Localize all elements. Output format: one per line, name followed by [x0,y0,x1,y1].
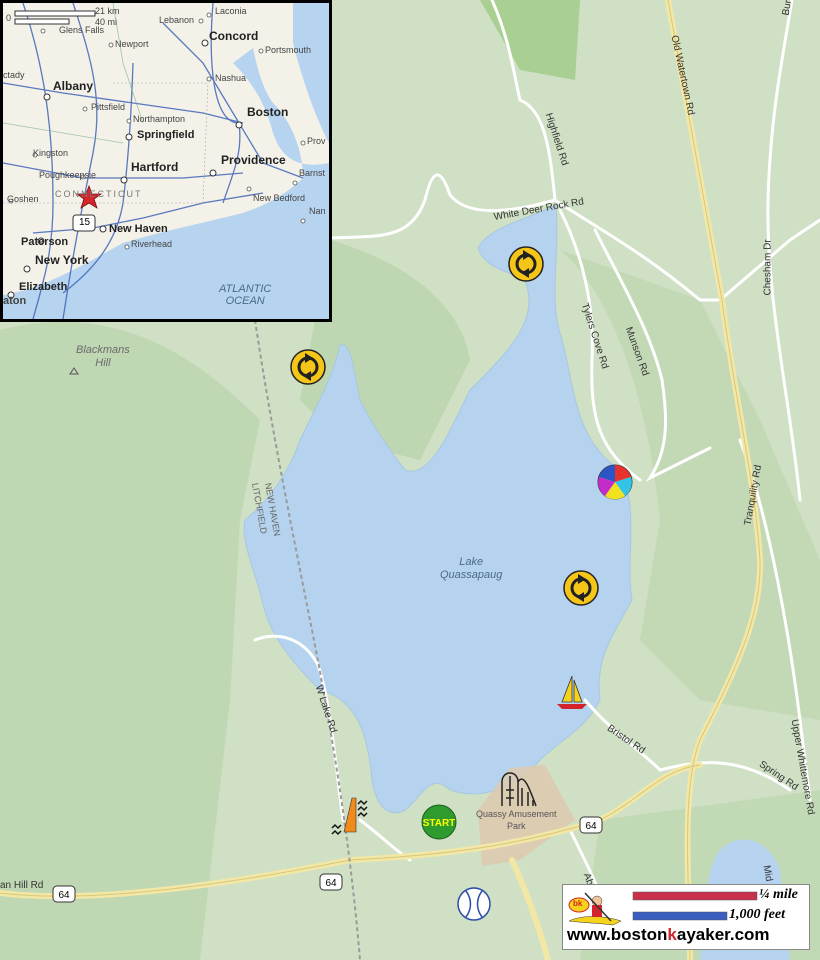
inset-town-label: Barnst [299,168,326,178]
inset-town-label: Pittsfield [91,102,126,112]
svg-text:64: 64 [58,890,70,901]
inset-route-shield-label: 15 [79,217,91,228]
circulation-arrows-icon[interactable] [508,246,544,282]
inset-town-label: Laconia [215,6,247,16]
bostonkayaker-logo-scale[interactable]: bk ¼ mile 1,000 feet www.bostonkayaker.c… [562,884,810,950]
hill-label-line1: Blackmans [76,344,130,356]
inset-ocean-line2: OCEAN [225,295,265,307]
inset-town-label: ctady [3,70,25,80]
beach-ball-icon[interactable] [597,464,633,500]
scale-thousand-feet: 1,000 feet [729,907,785,922]
lake-label: Lake Quassapaug [440,556,502,582]
inset-city-label: Elizabeth [19,281,68,293]
inset-town-label: Goshen [7,194,39,204]
hill-label-line2: Hill [95,357,111,369]
park-label-line2: Park [507,821,526,831]
url-prefix: www.boston [567,925,668,944]
inset-town-label: Glens Falls [59,25,105,35]
svg-text:64: 64 [325,878,337,889]
inset-city-label: Springfield [137,129,195,141]
inset-scale-zero: 0 [6,13,12,23]
url-suffix: ayaker.com [676,925,770,944]
inset-town-label: New Bedford [253,193,306,203]
inset-ocean-label: ATLANTIC OCEAN [219,283,271,307]
svg-text:START: START [423,818,456,829]
inset-city-label: Providence [221,153,286,167]
inset-city-label: Albany [53,79,94,93]
baseball-icon[interactable] [457,887,491,921]
inset-town-label: Nan [309,206,326,216]
inset-town-label: Prov [307,136,326,146]
inset-city-label: New York [35,253,89,267]
road-label: Chesham Dr [762,239,774,296]
inset-town-label: Poughkeepsie [39,170,97,180]
inset-town-label: Northampton [133,114,186,124]
inset-city-label: Hartford [131,160,179,174]
svg-text:64: 64 [585,821,597,832]
inset-locator-map[interactable]: 0 21 km 40 mi Albany Concord Boston Spri… [0,0,332,322]
website-url[interactable]: www.bostonkayaker.com [567,925,770,945]
inset-scale-km: 21 km [95,6,120,16]
inset-town-label: Newport [115,39,149,49]
park-label-line1: Quassy Amusement [476,809,557,819]
road-label: an Hill Rd [0,880,44,891]
inset-state-label: CONNECTICUT [55,189,143,199]
lake-label-line1: Lake [459,556,484,568]
inset-town-label: Nashua [215,73,247,83]
start-marker[interactable]: START [421,804,457,840]
inset-ocean-line1: ATLANTIC [219,283,272,295]
inset-city-label: New Haven [109,223,168,235]
inset-town-label: Kingston [33,148,69,158]
circulation-arrows-icon[interactable] [290,349,326,385]
scale-quarter-mile: ¼ mile [759,887,798,902]
lake-label-line2: Quassapaug [440,569,503,581]
inset-town-label: Lebanon [159,15,195,25]
inset-town-label: Portsmouth [265,45,312,55]
circulation-arrows-icon[interactable] [563,570,599,606]
url-k: k [667,925,677,944]
route-64-shield-west: 64 [52,885,76,903]
inset-city-label: Boston [247,105,289,119]
inset-town-label: Riverhead [131,239,173,249]
inset-city-label: Concord [209,29,259,43]
route-64-shield-east: 64 [579,816,603,834]
bk-badge: bk [573,899,583,908]
inset-town-label: aton [3,295,27,307]
hill-label: Blackmans Hill [76,344,130,370]
inset-city-label: Paterson [21,236,69,248]
route-64-shield-center: 64 [319,873,343,891]
park-label: Quassy Amusement Park [476,808,557,832]
